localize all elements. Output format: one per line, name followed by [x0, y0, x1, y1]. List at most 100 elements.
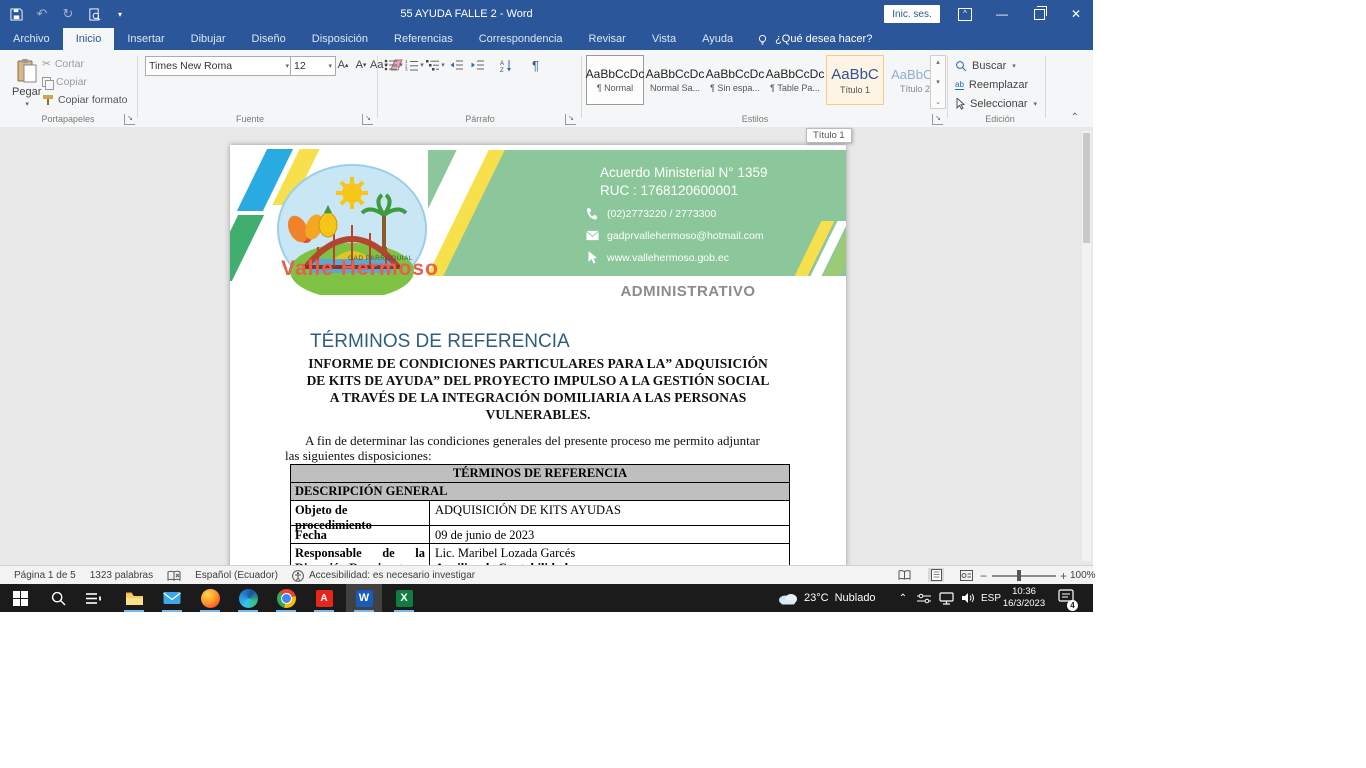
- style-titulo-1[interactable]: AaBbC Título 1: [826, 55, 884, 105]
- page-indicator[interactable]: Página 1 de 5: [14, 570, 76, 581]
- cut-button[interactable]: ✂Cortar: [42, 56, 127, 72]
- paragraph-dialog-launcher[interactable]: ↘: [565, 114, 576, 125]
- zoom-slider-handle[interactable]: [1017, 570, 1021, 581]
- acrobat-button[interactable]: A: [312, 586, 336, 610]
- chrome-button[interactable]: [274, 586, 298, 610]
- multilevel-list-button[interactable]: ▾: [425, 56, 446, 74]
- find-button[interactable]: Buscar▾: [955, 57, 1037, 75]
- font-name-combo[interactable]: Times New Roma▾: [145, 56, 293, 76]
- scroll-up-icon[interactable]: ▴: [936, 58, 940, 66]
- reference-table[interactable]: TÉRMINOS DE REFERENCIA DESCRIPCIÓN GENER…: [290, 464, 790, 565]
- taskbar: A W X 23°C Nublado ⌃ ESP 10:36 16/3/2023: [0, 584, 1093, 612]
- replace-button[interactable]: ab Reemplazar: [955, 76, 1037, 94]
- firefox-button[interactable]: [198, 586, 222, 610]
- tab-correspondencia[interactable]: Correspondencia: [466, 28, 576, 50]
- close-button[interactable]: ✕: [1059, 0, 1093, 28]
- tray-settings-icon[interactable]: [914, 586, 934, 610]
- style-normal[interactable]: AaBbCcDc ¶ Normal: [586, 55, 644, 105]
- style-normal-sa[interactable]: AaBbCcDc Normal Sa...: [646, 55, 704, 105]
- font-dialog-launcher[interactable]: ↘: [362, 114, 373, 125]
- excel-button[interactable]: X: [392, 586, 416, 610]
- proofing-status[interactable]: [167, 570, 181, 582]
- copy-icon: [42, 77, 52, 88]
- styles-gallery-scroll[interactable]: ▴ ▾ ⌄: [930, 55, 946, 109]
- taskbar-search-button[interactable]: [46, 586, 70, 610]
- file-explorer-button[interactable]: [122, 586, 146, 610]
- group-label-font: Fuente: [200, 114, 300, 124]
- word-count[interactable]: 1323 palabras: [90, 570, 153, 581]
- style-tooltip: Título 1: [806, 128, 852, 143]
- tab-diseno[interactable]: Diseño: [239, 28, 299, 50]
- collapse-ribbon-icon[interactable]: ⌃: [1071, 112, 1079, 123]
- tab-ayuda[interactable]: Ayuda: [689, 28, 746, 50]
- accessibility-status[interactable]: Accesibilidad: es necesario investigar: [292, 570, 475, 582]
- shrink-font-button[interactable]: A▾: [352, 56, 370, 74]
- title-bar: ↶ ↻ ▾ 55 AYUDA FALLE 2 - Word Inic. ses.…: [0, 0, 1093, 28]
- weather-widget[interactable]: 23°C Nublado: [778, 584, 876, 612]
- edge-button[interactable]: [236, 586, 260, 610]
- scrollbar-thumb[interactable]: [1083, 133, 1090, 243]
- document-page[interactable]: GAD PARROQUIAL Valle Hermoso Acuerdo Min…: [230, 145, 846, 565]
- banner-dept: ADMINISTRATIVO: [613, 283, 763, 300]
- tab-dibujar[interactable]: Dibujar: [178, 28, 239, 50]
- network-icon[interactable]: [936, 586, 956, 610]
- tab-insertar[interactable]: Insertar: [114, 28, 177, 50]
- vertical-scrollbar[interactable]: [1082, 131, 1091, 561]
- cursor-arrow-icon: [955, 98, 965, 110]
- font-size-combo[interactable]: 12▾: [290, 56, 336, 76]
- tab-archivo[interactable]: Archivo: [0, 28, 63, 50]
- tab-inicio[interactable]: Inicio: [63, 28, 115, 50]
- zoom-out-button[interactable]: −: [980, 569, 987, 583]
- format-painter-button[interactable]: Copiar formato: [42, 92, 127, 108]
- clipboard-dialog-launcher[interactable]: ↘: [124, 114, 135, 125]
- increase-indent-button[interactable]: [467, 56, 488, 74]
- svg-text:Z: Z: [500, 68, 504, 72]
- copy-button[interactable]: Copiar: [42, 74, 127, 90]
- minimize-button[interactable]: —: [985, 0, 1019, 28]
- word-button[interactable]: W: [352, 586, 376, 610]
- zoom-level[interactable]: 100%: [1070, 570, 1096, 581]
- comments-icon[interactable]: [1336, 31, 1352, 45]
- sort-button[interactable]: AZ: [496, 56, 517, 74]
- decrease-indent-button[interactable]: [446, 56, 467, 74]
- tab-revisar[interactable]: Revisar: [576, 28, 639, 50]
- word-icon: W: [356, 590, 373, 607]
- tab-disposicion[interactable]: Disposición: [299, 28, 381, 50]
- styles-dialog-launcher[interactable]: ↘: [932, 114, 943, 125]
- print-layout-button[interactable]: [928, 568, 944, 582]
- style-table-paragraph[interactable]: AaBbCcDc ¶ Table Pa...: [766, 55, 824, 105]
- scroll-down-icon[interactable]: ▾: [936, 78, 940, 86]
- table-row: Responsable de la Dirección Requirente L…: [291, 544, 789, 565]
- envelope-icon: [586, 229, 599, 242]
- clock[interactable]: 10:36 16/3/2023: [1000, 586, 1048, 610]
- lightbulb-icon: [756, 33, 769, 46]
- web-layout-button[interactable]: [958, 568, 974, 582]
- select-button[interactable]: Seleccionar▾: [955, 95, 1037, 113]
- tab-vista[interactable]: Vista: [639, 28, 689, 50]
- style-sin-espaciado[interactable]: AaBbCcDc ¶ Sin espa...: [706, 55, 764, 105]
- tab-referencias[interactable]: Referencias: [381, 28, 466, 50]
- numbering-button[interactable]: 123▾: [404, 56, 425, 74]
- sign-in-button[interactable]: Inic. ses.: [884, 5, 940, 23]
- format-painter-icon: [42, 94, 54, 106]
- banner-email: gadprvallehermoso@hotmail.com: [586, 229, 764, 242]
- zoom-slider[interactable]: [992, 575, 1056, 577]
- start-button[interactable]: [8, 586, 32, 610]
- bullets-button[interactable]: ▾: [383, 56, 404, 74]
- table-row: Fecha 09 de junio de 2023: [291, 526, 789, 544]
- show-marks-button[interactable]: ¶: [525, 56, 546, 74]
- tray-expand-button[interactable]: ⌃: [894, 586, 912, 610]
- volume-icon[interactable]: [958, 586, 978, 610]
- notification-center-button[interactable]: 4: [1054, 586, 1078, 610]
- ribbon-display-options-button[interactable]: ^: [948, 0, 982, 28]
- read-mode-button[interactable]: [896, 568, 912, 582]
- banner-ruc: RUC : 1768120600001: [600, 183, 738, 198]
- restore-button[interactable]: [1022, 0, 1056, 28]
- styles-more-icon[interactable]: ⌄: [935, 98, 941, 106]
- grow-font-button[interactable]: A▴: [334, 56, 352, 74]
- mail-button[interactable]: [160, 586, 184, 610]
- tell-me-box[interactable]: ¿Qué desea hacer?: [746, 28, 882, 50]
- task-view-button[interactable]: [82, 586, 106, 610]
- language-indicator[interactable]: Español (Ecuador): [195, 570, 278, 581]
- zoom-in-button[interactable]: +: [1060, 569, 1067, 583]
